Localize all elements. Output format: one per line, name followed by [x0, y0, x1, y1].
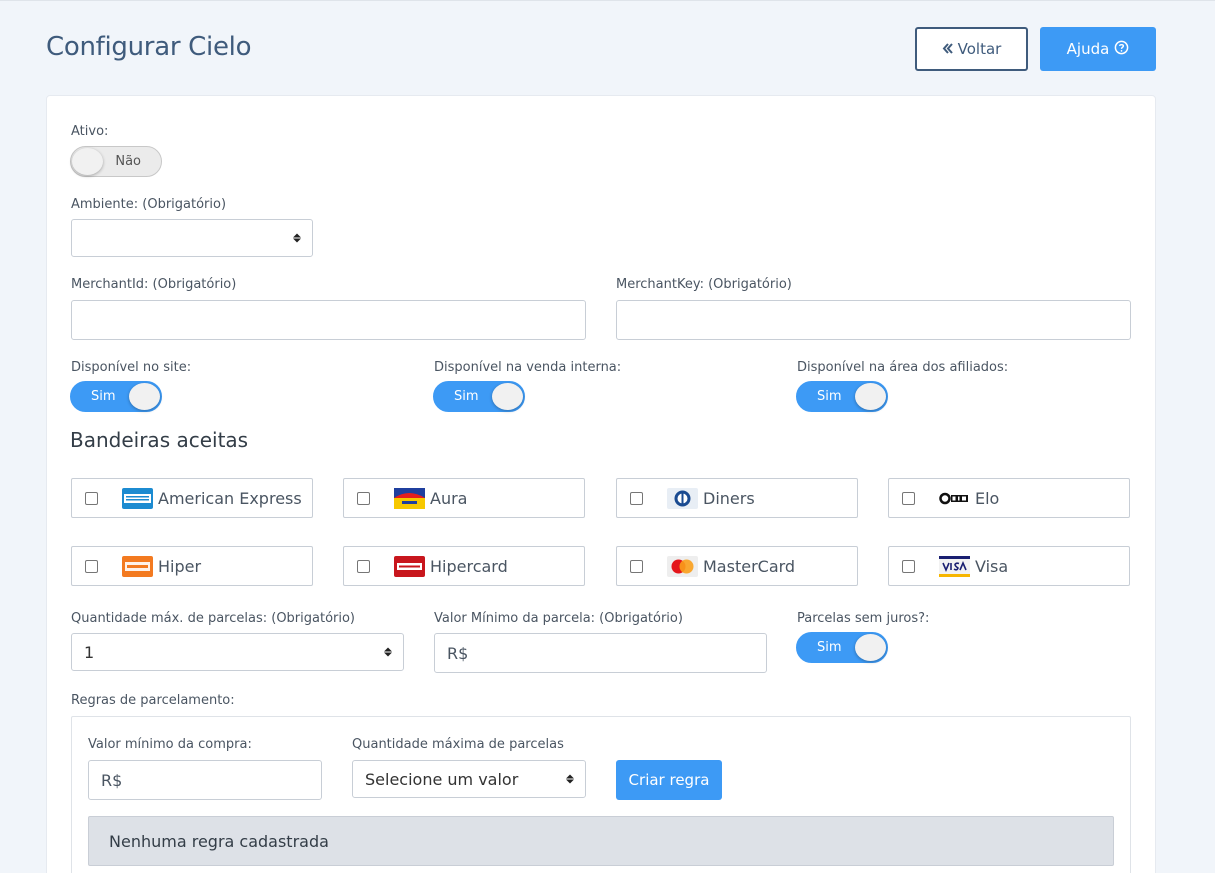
brand-name: Elo — [975, 489, 1000, 508]
qtd-parcelas-label: Quantidade máx. de parcelas: (Obrigatóri… — [71, 611, 356, 626]
brand-checkbox[interactable] — [630, 560, 643, 573]
brand-name: Diners — [703, 489, 755, 508]
merchant-key-input[interactable] — [616, 300, 1131, 340]
page-title: Configurar Cielo — [46, 32, 252, 62]
aura-icon — [394, 488, 425, 509]
toggle-knob — [492, 383, 523, 410]
disponivel-venda-toggle[interactable]: Sim — [433, 381, 525, 412]
visa-icon — [939, 556, 970, 577]
ativo-toggle[interactable]: Não — [70, 146, 162, 177]
mastercard-icon — [667, 556, 698, 577]
brand-option-mastercard[interactable]: MasterCard — [616, 546, 858, 586]
brand-name: Hiper — [158, 557, 202, 576]
help-circle-icon — [1114, 40, 1129, 59]
voltar-label: Voltar — [957, 40, 1002, 58]
merchant-key-label: MerchantKey: (Obrigatório) — [616, 277, 792, 292]
brand-option-aura[interactable]: Aura — [343, 478, 585, 518]
brand-checkbox[interactable] — [902, 560, 915, 573]
qtd-max-parcelas-select[interactable]: Selecione um valor — [352, 760, 586, 798]
chevrons-left-icon — [942, 40, 954, 58]
select-arrows-icon — [293, 233, 301, 243]
brand-option-diners[interactable]: Diners — [616, 478, 858, 518]
qtd-max-parcelas-label: Quantidade máxima de parcelas — [352, 737, 564, 752]
select-arrows-icon — [566, 774, 574, 784]
brand-checkbox[interactable] — [85, 560, 98, 573]
brand-option-elo[interactable]: Elo — [888, 478, 1130, 518]
toggle-knob — [72, 148, 103, 175]
valor-minimo-parcela-input[interactable] — [434, 633, 767, 673]
brand-name: Aura — [430, 489, 468, 508]
brand-checkbox[interactable] — [357, 560, 370, 573]
select-arrows-icon — [384, 647, 392, 657]
valor-minimo-compra-label: Valor mínimo da compra: — [88, 737, 252, 752]
ambiente-select[interactable] — [71, 219, 313, 257]
disponivel-site-toggle[interactable]: Sim — [70, 381, 162, 412]
brand-option-hipercard[interactable]: Hipercard — [343, 546, 585, 586]
ajuda-label: Ajuda — [1066, 40, 1110, 58]
toggle-knob — [855, 634, 886, 661]
brand-option-amex[interactable]: American Express — [71, 478, 313, 518]
brand-option-visa[interactable]: Visa — [888, 546, 1130, 586]
parcelas-sem-juros-toggle-text: Sim — [817, 640, 842, 655]
ajuda-button[interactable]: Ajuda — [1040, 27, 1156, 71]
brand-name: Hipercard — [430, 557, 508, 576]
merchant-id-label: MerchantId: (Obrigatório) — [71, 277, 237, 292]
brand-name: MasterCard — [703, 557, 796, 576]
hipercard-icon — [394, 556, 425, 577]
toggle-knob — [129, 383, 160, 410]
brand-checkbox[interactable] — [902, 492, 915, 505]
ativo-label: Ativo: — [71, 124, 109, 139]
qtd-parcelas-select[interactable]: 1 — [71, 633, 404, 671]
disponivel-venda-label: Disponível na venda interna: — [434, 360, 622, 375]
criar-regra-button[interactable]: Criar regra — [616, 760, 722, 800]
disponivel-site-toggle-text: Sim — [91, 389, 116, 404]
ambiente-label: Ambiente: (Obrigatório) — [71, 197, 227, 212]
disponivel-venda-toggle-text: Sim — [454, 389, 479, 404]
merchant-id-input[interactable] — [71, 300, 586, 340]
empty-state-text: Nenhuma regra cadastrada — [109, 831, 329, 851]
hiper-icon — [122, 556, 153, 577]
brand-option-hiper[interactable]: Hiper — [71, 546, 313, 586]
parcelas-sem-juros-toggle[interactable]: Sim — [796, 632, 888, 663]
toggle-knob — [855, 383, 886, 410]
regras-label: Regras de parcelamento: — [71, 693, 235, 708]
brand-checkbox[interactable] — [357, 492, 370, 505]
top-divider — [0, 0, 1215, 1]
valor-minimo-compra-input[interactable] — [88, 760, 322, 800]
amex-icon — [122, 488, 153, 509]
valor-minimo-parcela-label: Valor Mínimo da parcela: (Obrigatório) — [434, 611, 683, 626]
ativo-toggle-text: Não — [115, 154, 141, 169]
voltar-button[interactable]: Voltar — [915, 27, 1028, 71]
disponivel-afiliados-toggle-text: Sim — [817, 389, 842, 404]
diners-icon — [667, 488, 698, 509]
elo-icon — [939, 488, 970, 509]
disponivel-afiliados-label: Disponível na área dos afiliados: — [797, 360, 1009, 375]
qtd-max-parcelas-value: Selecione um valor — [365, 769, 519, 789]
brand-name: Visa — [975, 557, 1009, 576]
regras-empty-state: Nenhuma regra cadastrada — [88, 816, 1114, 866]
brand-name: American Express — [158, 489, 302, 508]
bandeiras-title: Bandeiras aceitas — [70, 428, 249, 452]
parcelas-sem-juros-label: Parcelas sem juros?: — [797, 611, 930, 626]
brand-checkbox[interactable] — [85, 492, 98, 505]
disponivel-afiliados-toggle[interactable]: Sim — [796, 381, 888, 412]
brand-checkbox[interactable] — [630, 492, 643, 505]
disponivel-site-label: Disponível no site: — [71, 360, 192, 375]
qtd-parcelas-value: 1 — [84, 642, 95, 662]
